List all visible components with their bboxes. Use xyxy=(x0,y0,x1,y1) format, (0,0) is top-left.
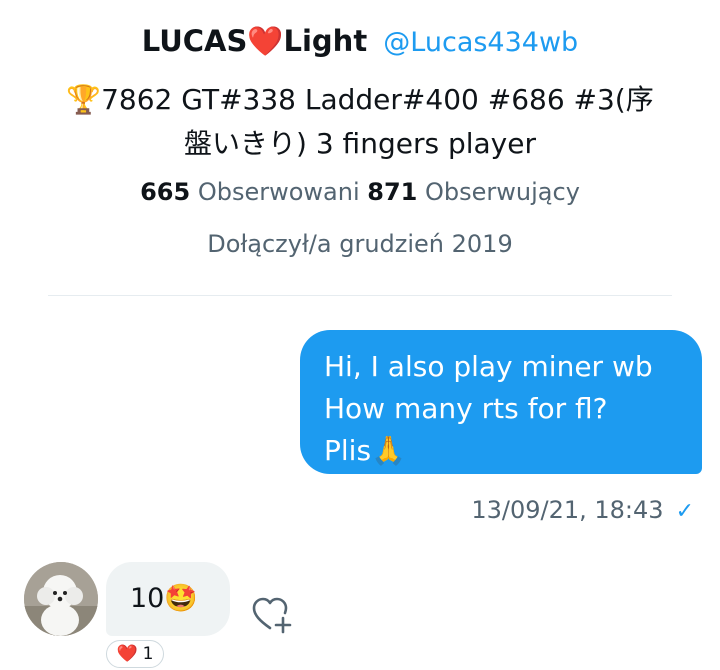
following-label: Obserwowani xyxy=(197,178,360,206)
message-line: How many rts for fl? xyxy=(324,392,608,425)
display-name[interactable]: LUCAS❤️Light xyxy=(142,24,378,58)
check-icon: ✓ xyxy=(675,499,694,524)
message-line: Plis🙏 xyxy=(324,434,406,467)
timestamp-text: 13/09/21, 18:43 xyxy=(471,496,664,524)
followers-label: Obserwujący xyxy=(425,178,580,206)
heart-plus-icon xyxy=(252,597,292,634)
heart-emoji: ❤️ xyxy=(247,24,284,58)
follow-stats: 665 Obserwowani 871 Obserwujący xyxy=(0,178,720,206)
following-link[interactable]: 665 Obserwowani xyxy=(140,178,360,206)
bio-line: 🏆7862 GT#338 Ladder#400 #686 #3(序 xyxy=(66,83,654,116)
following-count: 665 xyxy=(140,178,191,206)
message-timestamp: 13/09/21, 18:43 ✓ xyxy=(420,496,694,524)
heart-reaction-icon: ❤️ xyxy=(116,644,138,664)
display-name-part-2: Light xyxy=(283,24,368,58)
incoming-message-bubble[interactable]: 10🤩 xyxy=(106,562,230,636)
add-reaction-button[interactable] xyxy=(248,590,296,638)
profile-bio: 🏆7862 GT#338 Ladder#400 #686 #3(序 盤いきり) … xyxy=(40,78,680,166)
joined-date: Dołączył/a grudzień 2019 xyxy=(207,230,513,258)
profile-header: LUCAS❤️Light @Lucas434wb xyxy=(0,24,720,59)
followers-count: 871 xyxy=(367,178,418,206)
followers-link[interactable]: 871 Obserwujący xyxy=(367,178,580,206)
divider xyxy=(48,295,672,296)
message-line: Hi, I also play miner wb xyxy=(324,350,653,383)
white-dog-avatar-icon xyxy=(24,562,98,636)
profile-handle[interactable]: @Lucas434wb xyxy=(383,27,578,58)
bio-line: 盤いきり) 3 fingers player xyxy=(184,127,536,160)
outgoing-message-bubble[interactable]: Hi, I also play miner wb How many rts fo… xyxy=(300,330,702,474)
reaction-badge[interactable]: ❤️ 1 xyxy=(106,640,164,668)
avatar[interactable] xyxy=(24,562,98,636)
reaction-count: 1 xyxy=(142,644,154,664)
display-name-part: LUCAS xyxy=(141,24,248,58)
